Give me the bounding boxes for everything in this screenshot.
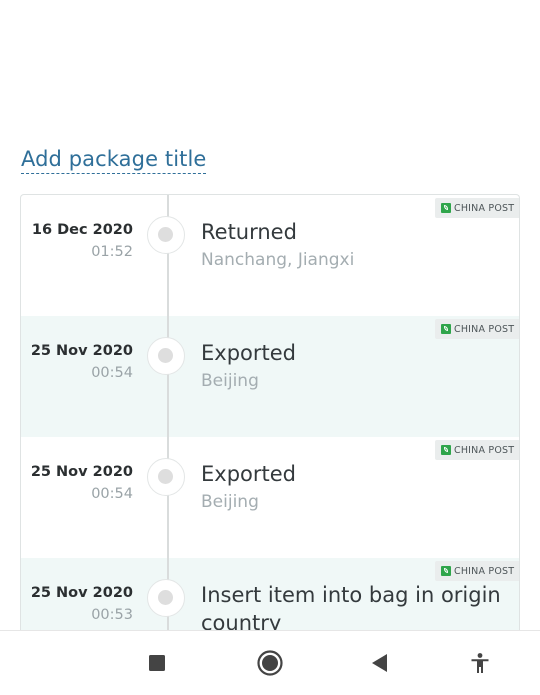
event-date: 25 Nov 2020 bbox=[30, 343, 133, 359]
timeline-dot bbox=[147, 458, 185, 496]
carrier-name: CHINA POST bbox=[454, 444, 515, 456]
event-date: 25 Nov 2020 bbox=[30, 464, 133, 480]
event-time: 00:53 bbox=[91, 607, 133, 623]
event-location: Beijing bbox=[201, 492, 259, 512]
event-date: 16 Dec 2020 bbox=[31, 222, 133, 238]
event-time: 00:54 bbox=[91, 486, 133, 502]
tracking-timeline: 16 Dec 2020 01:52 Returned Nanchang, Jia… bbox=[20, 194, 520, 631]
timeline-event[interactable]: 25 Nov 2020 00:54 Exported Beijing CHINA… bbox=[21, 316, 519, 437]
carrier-badge: CHINA POST bbox=[435, 440, 519, 460]
timeline-dot bbox=[147, 216, 185, 254]
event-status: Exported bbox=[201, 341, 296, 365]
system-navigation-bar bbox=[0, 630, 540, 695]
add-package-title-link[interactable]: Add package title bbox=[21, 145, 207, 174]
home-button[interactable] bbox=[252, 645, 288, 681]
timeline-line-segment bbox=[167, 437, 169, 558]
back-icon bbox=[372, 654, 387, 672]
carrier-badge: CHINA POST bbox=[435, 561, 519, 581]
timeline-dot bbox=[147, 337, 185, 375]
china-post-logo-icon bbox=[441, 445, 451, 455]
recent-apps-icon bbox=[149, 655, 165, 671]
home-icon bbox=[257, 650, 283, 676]
timeline-event[interactable]: 25 Nov 2020 00:54 Exported Beijing CHINA… bbox=[21, 437, 519, 558]
recent-apps-button[interactable] bbox=[139, 645, 175, 681]
event-time: 00:54 bbox=[91, 365, 133, 381]
event-status: Exported bbox=[201, 462, 296, 486]
carrier-badge: CHINA POST bbox=[435, 198, 519, 218]
timeline-dot bbox=[147, 579, 185, 617]
china-post-logo-icon bbox=[441, 324, 451, 334]
china-post-logo-icon bbox=[441, 203, 451, 213]
carrier-name: CHINA POST bbox=[454, 202, 515, 214]
timeline-line-segment bbox=[167, 316, 169, 437]
event-status: Returned bbox=[201, 220, 297, 244]
timeline-event[interactable]: 25 Nov 2020 00:53 Insert item into bag i… bbox=[21, 558, 519, 631]
event-status: Insert item into bag in origin country bbox=[201, 583, 501, 631]
back-button[interactable] bbox=[362, 645, 398, 681]
china-post-logo-icon bbox=[441, 566, 451, 576]
event-time: 01:52 bbox=[91, 244, 133, 260]
event-date: 25 Nov 2020 bbox=[30, 585, 133, 601]
event-location: Nanchang, Jiangxi bbox=[201, 250, 355, 270]
accessibility-button[interactable] bbox=[462, 645, 498, 681]
event-location: Beijing bbox=[201, 371, 259, 391]
carrier-badge: CHINA POST bbox=[435, 319, 519, 339]
timeline-line-segment bbox=[167, 195, 169, 316]
timeline-event[interactable]: 16 Dec 2020 01:52 Returned Nanchang, Jia… bbox=[21, 195, 519, 316]
carrier-name: CHINA POST bbox=[454, 565, 515, 577]
carrier-name: CHINA POST bbox=[454, 323, 515, 335]
accessibility-icon bbox=[471, 653, 489, 673]
